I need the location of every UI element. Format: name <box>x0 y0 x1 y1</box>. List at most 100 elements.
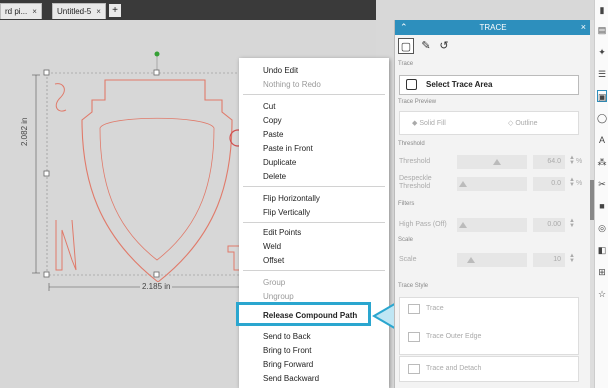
grid-icon[interactable]: ⊞ <box>597 266 607 278</box>
threshold-value[interactable]: 64.0 <box>533 155 565 169</box>
menu-item-undo-edit[interactable]: Undo Edit <box>263 66 298 75</box>
highlight-box <box>236 302 371 326</box>
trace-area-icon <box>406 79 417 90</box>
highpass-slider[interactable] <box>457 218 527 232</box>
menu-item-edit-points[interactable]: Edit Points <box>263 228 301 237</box>
slider-thumb[interactable] <box>493 159 501 165</box>
new-tab-button[interactable]: + <box>109 4 121 17</box>
trace-detach-box: Trace and Detach <box>399 356 579 382</box>
tab-label: rd pi... <box>5 7 28 16</box>
menu-item-bring-to-front[interactable]: Bring to Front <box>263 346 311 355</box>
right-toolbar: ▮ ▤ ✦ ☰ ▣ ◯ A ⁂ ✂ ■ ◎ ◧ ⊞ ☆ <box>594 0 608 388</box>
collapse-chevron-icon[interactable]: ⌃ <box>400 20 408 35</box>
highpass-value[interactable]: 0.00 <box>533 218 565 232</box>
trace-area-tool-icon[interactable]: ▢ <box>398 38 414 54</box>
menu-item-paste[interactable]: Paste <box>263 130 283 139</box>
text-icon[interactable]: A <box>597 134 607 146</box>
menu-item-bring-forward[interactable]: Bring Forward <box>263 360 313 369</box>
replicate-icon[interactable]: ⁂ <box>597 156 607 168</box>
menu-divider <box>243 222 385 223</box>
menu-item-weld[interactable]: Weld <box>263 242 281 251</box>
despeckle-slider[interactable] <box>457 177 527 191</box>
menu-divider <box>243 186 385 187</box>
cut-icon[interactable]: ✂ <box>597 178 607 190</box>
star-icon[interactable]: ☆ <box>597 288 607 300</box>
tab-label: Untitled-5 <box>57 7 92 16</box>
slider-thumb[interactable] <box>459 181 467 187</box>
select-trace-area-button[interactable]: Select Trace Area <box>399 75 579 95</box>
tab-close-icon[interactable]: × <box>96 7 101 16</box>
menu-item-flip-horizontally[interactable]: Flip Horizontally <box>263 194 320 203</box>
outline-label: Outline <box>515 120 538 127</box>
solid-fill-option[interactable]: ◆ Solid Fill <box>412 119 446 127</box>
despeckle-value[interactable]: 0.0 <box>533 177 565 191</box>
transform-icon[interactable]: ◯ <box>597 112 607 124</box>
threshold-spinner-icon[interactable]: ▲ ▼ <box>569 155 575 166</box>
scale-value[interactable]: 10 <box>533 253 565 267</box>
menu-item-paste-in-front[interactable]: Paste in Front <box>263 144 313 153</box>
menu-divider <box>243 270 385 271</box>
tab-close-icon[interactable]: × <box>32 7 37 16</box>
section-style-label: Trace Style <box>398 283 429 289</box>
send-icon[interactable]: ◧ <box>597 244 607 256</box>
menu-item-ungroup: Ungroup <box>263 292 294 301</box>
trace-style-detach[interactable]: Trace and Detach <box>426 365 481 372</box>
shield-shape <box>81 79 233 283</box>
trace-icon <box>408 304 420 314</box>
trace-style-trace[interactable]: Trace <box>426 305 444 312</box>
section-trace-label: Trace <box>398 61 414 67</box>
height-dimension-label: 2.082 in <box>20 115 29 148</box>
menu-item-delete[interactable]: Delete <box>263 172 286 181</box>
menu-item-copy[interactable]: Copy <box>263 116 282 125</box>
close-icon[interactable]: × <box>581 20 586 35</box>
trace-panel-header: ⌃ TRACE × <box>395 20 591 35</box>
threshold-percent: % <box>576 158 583 165</box>
scale-spinner-icon[interactable]: ▲ ▼ <box>569 253 575 264</box>
menu-item-duplicate[interactable]: Duplicate <box>263 158 296 167</box>
width-dimension-label: 2.185 in <box>140 282 173 291</box>
menu-item-flip-vertically[interactable]: Flip Vertically <box>263 208 310 217</box>
rotate-handle[interactable] <box>154 51 160 57</box>
align-icon[interactable]: ☰ <box>597 68 607 80</box>
document-tab-bar: rd pi... × Untitled-5 × + <box>0 0 376 20</box>
layers-icon[interactable]: ▮ <box>597 4 607 16</box>
page-setup-icon[interactable]: ▤ <box>597 24 607 36</box>
section-preview-label: Trace Preview <box>398 99 437 105</box>
highpass-spinner-icon[interactable]: ▲ ▼ <box>569 218 575 229</box>
library-icon[interactable]: ■ <box>597 200 607 212</box>
trace-preview-box: ◆ Solid Fill ◇ Outline <box>399 111 579 135</box>
scale-label: Scale <box>399 256 417 263</box>
slider-thumb[interactable] <box>467 257 475 263</box>
slider-thumb[interactable] <box>459 222 467 228</box>
menu-item-offset[interactable]: Offset <box>263 256 284 265</box>
menu-item-redo: Nothing to Redo <box>263 80 321 89</box>
despeckle-spinner-icon[interactable]: ▲ ▼ <box>569 177 575 188</box>
section-threshold-label: Threshold <box>398 141 425 147</box>
despeckle-percent: % <box>576 180 583 187</box>
trace-panel: ⌃ TRACE × ▢ ✎ ↺ Trace Select Trace Area … <box>394 20 591 388</box>
offset-icon[interactable]: ◎ <box>597 222 607 234</box>
selection-box <box>46 72 271 276</box>
trace-icon[interactable]: ▣ <box>597 90 607 102</box>
threshold-slider[interactable] <box>457 155 527 169</box>
fill-icon[interactable]: ✦ <box>597 46 607 58</box>
menu-item-send-to-back[interactable]: Send to Back <box>263 332 311 341</box>
tab-untitled-5[interactable]: Untitled-5 × <box>52 3 106 19</box>
despeckle-label: Despeckle Threshold <box>399 175 432 190</box>
outline-option[interactable]: ◇ Outline <box>508 119 538 127</box>
trace-style-outer-edge[interactable]: Trace Outer Edge <box>426 333 481 340</box>
tab-document-1[interactable]: rd pi... × <box>0 3 42 19</box>
menu-divider <box>243 94 385 95</box>
pen-tool-icon[interactable]: ✎ <box>418 38 434 54</box>
trace-style-box: Trace Trace Outer Edge <box>399 297 579 355</box>
trace-panel-title: TRACE <box>479 23 507 32</box>
trace-detach-icon <box>408 364 420 374</box>
section-filters-label: Filters <box>398 201 415 207</box>
menu-item-group: Group <box>263 278 286 287</box>
menu-item-cut[interactable]: Cut <box>263 102 275 111</box>
menu-item-send-backward[interactable]: Send Backward <box>263 374 319 383</box>
lasso-tool-icon[interactable]: ↺ <box>436 38 452 54</box>
highpass-label: High Pass (Off) <box>399 221 447 228</box>
letter-s-shape <box>54 83 67 112</box>
scale-slider[interactable] <box>457 253 527 267</box>
